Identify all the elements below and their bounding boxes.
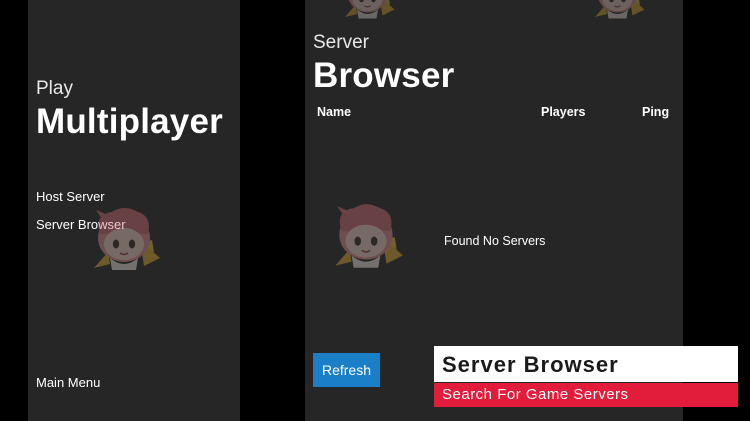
mascot-watermark-icon — [339, 0, 399, 26]
caption-overlay: Server Browser Search For Game Servers — [434, 346, 738, 407]
refresh-button[interactable]: Refresh — [313, 353, 380, 387]
mascot-watermark-icon — [327, 196, 409, 278]
caption-subtitle: Search For Game Servers — [434, 383, 738, 407]
no-servers-status: Found No Servers — [444, 234, 546, 248]
main-menu-button[interactable]: Main Menu — [36, 375, 100, 390]
caption-title: Server Browser — [434, 346, 738, 382]
column-header-ping: Ping — [642, 105, 670, 119]
play-multiplayer-panel: Play Multiplayer Host Server Server Brow… — [28, 0, 240, 421]
column-header-players: Players — [541, 105, 586, 119]
column-header-name: Name — [317, 105, 352, 119]
panel-subtitle: Server — [313, 32, 369, 53]
panel-subtitle: Play — [36, 78, 73, 99]
panel-title: Multiplayer — [36, 102, 223, 141]
mascot-watermark-icon — [86, 200, 166, 280]
panel-title: Browser — [313, 56, 455, 95]
mascot-watermark-icon — [589, 0, 649, 26]
